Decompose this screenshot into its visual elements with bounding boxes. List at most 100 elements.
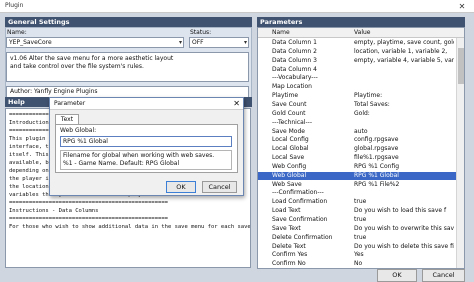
- parameter-row[interactable]: Load Text Do you wish to load this save f: [258, 207, 464, 215]
- parameter-row[interactable]: Save Confirmation true: [258, 216, 464, 224]
- dialog-title: Parameter: [54, 100, 86, 107]
- tab-pane: Web Global: RPG %1 Global Filename for g…: [55, 124, 238, 173]
- name-select[interactable]: YEP_SaveCore ▾: [6, 37, 184, 48]
- description-box[interactable]: v1.06 Alter the save menu for a more aes…: [6, 52, 249, 82]
- parameter-value: location, variable 1, variable 2,: [354, 47, 448, 55]
- parameter-name: Map Location: [272, 83, 312, 91]
- dialog-close-icon[interactable]: ✕: [233, 98, 240, 110]
- parameter-row[interactable]: Data Column 3 empty, variable 4, variable…: [258, 56, 464, 65]
- parameter-row[interactable]: Save Mode auto: [258, 127, 464, 136]
- parameter-value: auto: [354, 127, 368, 135]
- description-line: and take control over the file system's …: [10, 63, 144, 70]
- ok-button[interactable]: OK: [377, 269, 417, 282]
- parameter-row[interactable]: Playtime Playtime:: [258, 92, 464, 100]
- parameter-row[interactable]: Data Column 1 empty, playtime, save count…: [258, 39, 464, 47]
- parameter-name: Load Text: [272, 207, 301, 215]
- parameter-row[interactable]: Local Save file%1.rpgsave: [258, 154, 464, 162]
- parameter-name: Data Column 1: [272, 39, 317, 46]
- parameter-name: Confirm No: [272, 260, 306, 268]
- help-line: ========================================…: [9, 216, 168, 222]
- parameter-name: Data Column 4: [272, 65, 317, 73]
- parameter-value: true: [354, 233, 367, 241]
- grid-header-row: Name Value: [258, 28, 464, 38]
- status-value: OFF: [192, 39, 204, 46]
- parameter-name: Save Text: [272, 224, 301, 232]
- parameter-name: Save Count: [272, 100, 307, 108]
- web-global-input[interactable]: RPG %1 Global: [60, 136, 232, 147]
- description-line: v1.06 Alter the save menu for a more aes…: [10, 55, 174, 62]
- dialog-cancel-button[interactable]: Cancel: [202, 181, 237, 193]
- parameter-name: Local Save: [272, 154, 305, 162]
- window-close-icon[interactable]: ✕: [450, 0, 474, 13]
- parameter-value: RPG %1 Global: [354, 171, 399, 179]
- note-line: %1 - Game Name. Default: RPG Global: [63, 160, 180, 167]
- parameter-note: Filename for global when working with we…: [60, 150, 232, 170]
- parameter-row[interactable]: ---Technical---: [258, 119, 464, 127]
- parameter-value: empty, playtime, save count, gold: [354, 39, 454, 46]
- status-select[interactable]: OFF ▾: [189, 37, 249, 48]
- cancel-button[interactable]: Cancel: [422, 269, 465, 282]
- column-header-value[interactable]: Value: [354, 29, 370, 36]
- status-label: Status:: [190, 29, 212, 36]
- parameter-name: Gold Count: [272, 109, 306, 117]
- parameter-row[interactable]: Confirm Yes Yes: [258, 251, 464, 259]
- parameter-value: global.rpgsave: [354, 145, 399, 153]
- parameter-value: file%1.rpgsave: [354, 154, 399, 162]
- parameter-row[interactable]: Gold Count Gold:: [258, 109, 464, 118]
- dialog-ok-button[interactable]: OK: [166, 181, 196, 193]
- parameter-value: Total Saves:: [354, 100, 390, 108]
- parameter-value: RPG %1 Config: [354, 162, 400, 170]
- parameter-row[interactable]: Data Column 2 location, variable 1, varia…: [258, 47, 464, 56]
- scrollbar-thumb[interactable]: [458, 48, 464, 84]
- help-line: Instructions - Data Columns: [9, 208, 99, 214]
- parameter-row[interactable]: ---Confirmation---: [258, 189, 464, 197]
- parameter-row[interactable]: ---Vocabulary---: [258, 74, 464, 82]
- parameter-row[interactable]: Web Global RPG %1 Global: [258, 171, 464, 180]
- parameters-grid[interactable]: Name Value Data Column 1 empty, playtime,…: [257, 27, 465, 269]
- parameter-name: ---Confirmation---: [272, 189, 324, 197]
- parameter-name: Data Column 3: [272, 56, 317, 64]
- parameter-row[interactable]: Data Column 4: [258, 65, 464, 74]
- parameter-value: empty, variable 4, variable 5, vari: [354, 56, 454, 64]
- parameter-value: Do you wish to delete this save fi: [354, 242, 454, 250]
- chevron-down-icon: ▾: [178, 39, 182, 46]
- parameter-name: Save Confirmation: [272, 216, 328, 223]
- window-titlebar: Plugin ✕: [0, 0, 474, 13]
- parameter-name: Playtime: [272, 92, 299, 100]
- parameters-scrollbar[interactable]: [456, 38, 464, 268]
- parameter-row[interactable]: Local Global global.rpgsave: [258, 145, 464, 153]
- window-title: Plugin: [5, 2, 24, 9]
- dialog-titlebar: Parameter ✕: [50, 98, 243, 110]
- parameter-row[interactable]: Save Text Do you wish to overwrite this s…: [258, 224, 464, 233]
- parameter-name: ---Vocabulary---: [272, 74, 318, 82]
- name-label: Name:: [7, 29, 27, 36]
- parameter-row[interactable]: Delete Confirmation true: [258, 233, 464, 242]
- parameter-row[interactable]: Confirm No No: [258, 260, 464, 268]
- column-header-name[interactable]: Name: [272, 29, 290, 36]
- parameter-name: Web Config: [272, 162, 307, 170]
- parameter-name: Local Config: [272, 136, 309, 144]
- parameter-row[interactable]: Web Save RPG %1 File%2: [258, 181, 464, 189]
- note-line: Filename for global when working with we…: [63, 152, 215, 159]
- help-line: For those who wish to show additional da…: [9, 224, 251, 230]
- parameter-row[interactable]: Load Confirmation true: [258, 198, 464, 206]
- parameter-name: Delete Confirmation: [272, 233, 333, 241]
- parameter-row[interactable]: Delete Text Do you wish to delete this sa…: [258, 242, 464, 251]
- parameter-row[interactable]: Local Config config.rpgsave: [258, 136, 464, 144]
- parameter-value: Do you wish to overwrite this save: [354, 224, 454, 232]
- parameter-name: Delete Text: [272, 242, 306, 250]
- parameters-header: Parameters: [257, 17, 465, 27]
- parameter-value: Playtime:: [354, 92, 383, 100]
- parameter-row[interactable]: Web Config RPG %1 Config: [258, 162, 464, 171]
- parameter-value: Do you wish to load this save f: [354, 207, 447, 215]
- parameter-value: No: [354, 260, 363, 268]
- parameter-row[interactable]: Map Location: [258, 83, 464, 91]
- parameter-value: true: [354, 216, 367, 223]
- parameter-name: Web Global: [272, 171, 307, 179]
- help-line: ========================================…: [9, 200, 168, 206]
- chevron-down-icon: ▾: [243, 39, 247, 46]
- parameter-value: Yes: [354, 251, 364, 259]
- parameter-value: Gold:: [354, 109, 370, 117]
- parameter-row[interactable]: Save Count Total Saves:: [258, 100, 464, 109]
- parameter-name: Confirm Yes: [272, 251, 308, 259]
